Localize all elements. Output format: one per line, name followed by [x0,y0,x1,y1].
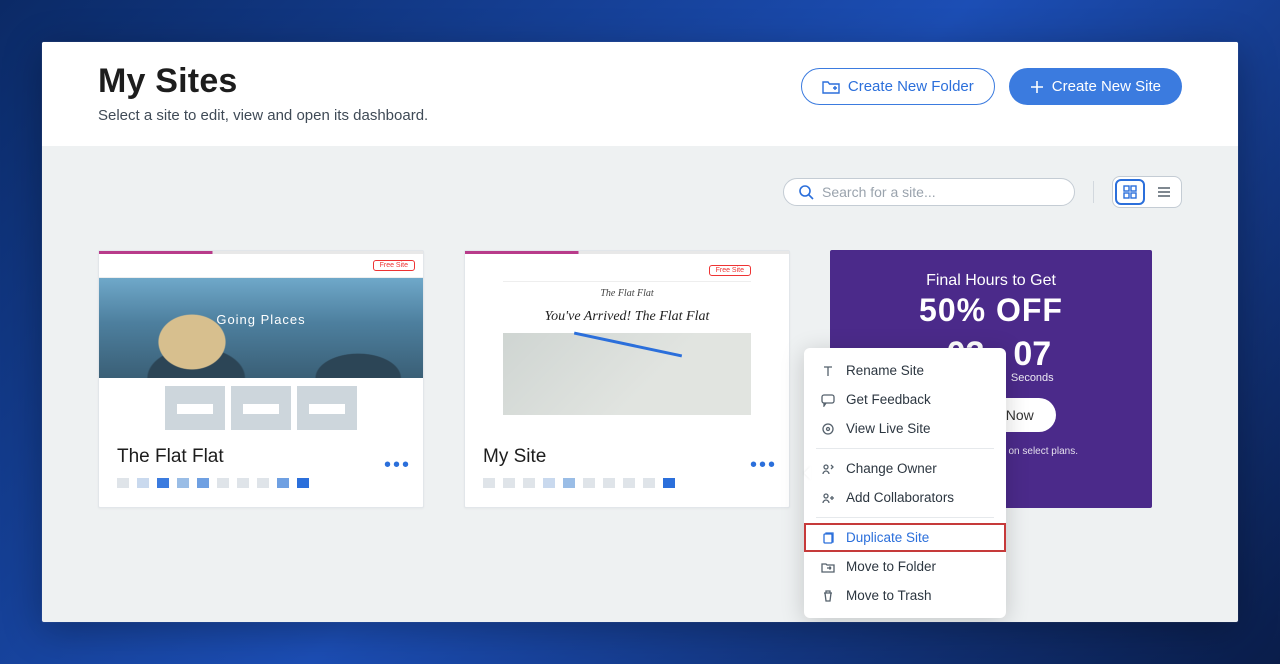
header-left: My Sites Select a site to edit, view and… [98,62,428,124]
timer-seconds-num: 07 [1011,335,1054,374]
toolbar [42,146,1238,220]
site-title: The Flat Flat [117,446,405,468]
menu-move-trash[interactable]: Move to Trash [804,581,1006,610]
search-input[interactable] [822,184,1060,200]
site-context-menu: Rename Site Get Feedback View Live Site … [804,348,1006,618]
thumb-banner-text: Going Places [99,312,423,327]
site-title: My Site [483,446,771,468]
create-folder-button[interactable]: Create New Folder [801,68,995,105]
user-swap-icon [820,462,836,476]
grid-view-button[interactable] [1115,179,1145,205]
menu-label: Move to Folder [846,559,936,574]
plus-icon [1030,80,1044,94]
card-footer: The Flat Flat ••• [99,432,423,504]
app-window: My Sites Select a site to edit, view and… [42,42,1238,622]
menu-label: Duplicate Site [846,530,929,545]
site-card[interactable]: Free Site The Flat Flat You've Arrived! … [464,250,790,508]
text-icon [820,364,836,378]
site-thumbnail: Free Site Going Places [99,254,423,432]
menu-label: Change Owner [846,461,937,476]
menu-separator [816,517,994,518]
thumb-brand: The Flat Flat [503,288,751,299]
color-chips [483,478,771,488]
user-plus-icon [820,491,836,505]
create-folder-label: Create New Folder [848,78,974,95]
card-footer: My Site ••• [465,432,789,504]
menu-label: Move to Trash [846,588,932,603]
search-box[interactable] [783,178,1075,206]
view-toggle [1112,176,1182,208]
menu-separator [816,448,994,449]
header-actions: Create New Folder Create New Site [801,68,1182,105]
promo-headline-1: Final Hours to Get [848,272,1134,290]
menu-get-feedback[interactable]: Get Feedback [804,385,1006,414]
search-icon [798,184,814,200]
chat-icon [820,393,836,407]
list-view-button[interactable] [1147,177,1181,207]
menu-duplicate-site[interactable]: Duplicate Site [804,523,1006,552]
menu-move-folder[interactable]: Move to Folder [804,552,1006,581]
page-subtitle: Select a site to edit, view and open its… [98,107,428,124]
menu-label: View Live Site [846,421,931,436]
menu-label: Rename Site [846,363,924,378]
eye-icon [820,422,836,436]
page-header: My Sites Select a site to edit, view and… [42,42,1238,146]
create-site-button[interactable]: Create New Site [1009,68,1182,105]
timer-seconds: 07 Seconds [1011,335,1054,384]
menu-change-owner[interactable]: Change Owner [804,454,1006,483]
trash-icon [820,589,836,603]
duplicate-icon [820,531,836,545]
page-title: My Sites [98,62,428,101]
menu-rename-site[interactable]: Rename Site [804,356,1006,385]
sites-grid: Free Site Going Places The Flat Flat ••• [42,220,1238,538]
menu-view-live[interactable]: View Live Site [804,414,1006,443]
folder-plus-icon [822,79,840,95]
toolbar-divider [1093,181,1094,203]
promo-headline-2: 50% OFF [848,292,1134,329]
site-card[interactable]: Free Site Going Places The Flat Flat ••• [98,250,424,508]
menu-label: Get Feedback [846,392,931,407]
menu-label: Add Collaborators [846,490,954,505]
more-options-button[interactable]: ••• [384,454,411,477]
menu-add-collaborators[interactable]: Add Collaborators [804,483,1006,512]
more-options-button[interactable]: ••• [750,454,777,477]
create-site-label: Create New Site [1052,78,1161,95]
site-thumbnail: Free Site The Flat Flat You've Arrived! … [465,254,789,432]
color-chips [117,478,405,488]
folder-move-icon [820,560,836,574]
thumb-headline: You've Arrived! The Flat Flat [507,309,747,325]
timer-seconds-label: Seconds [1011,372,1054,384]
